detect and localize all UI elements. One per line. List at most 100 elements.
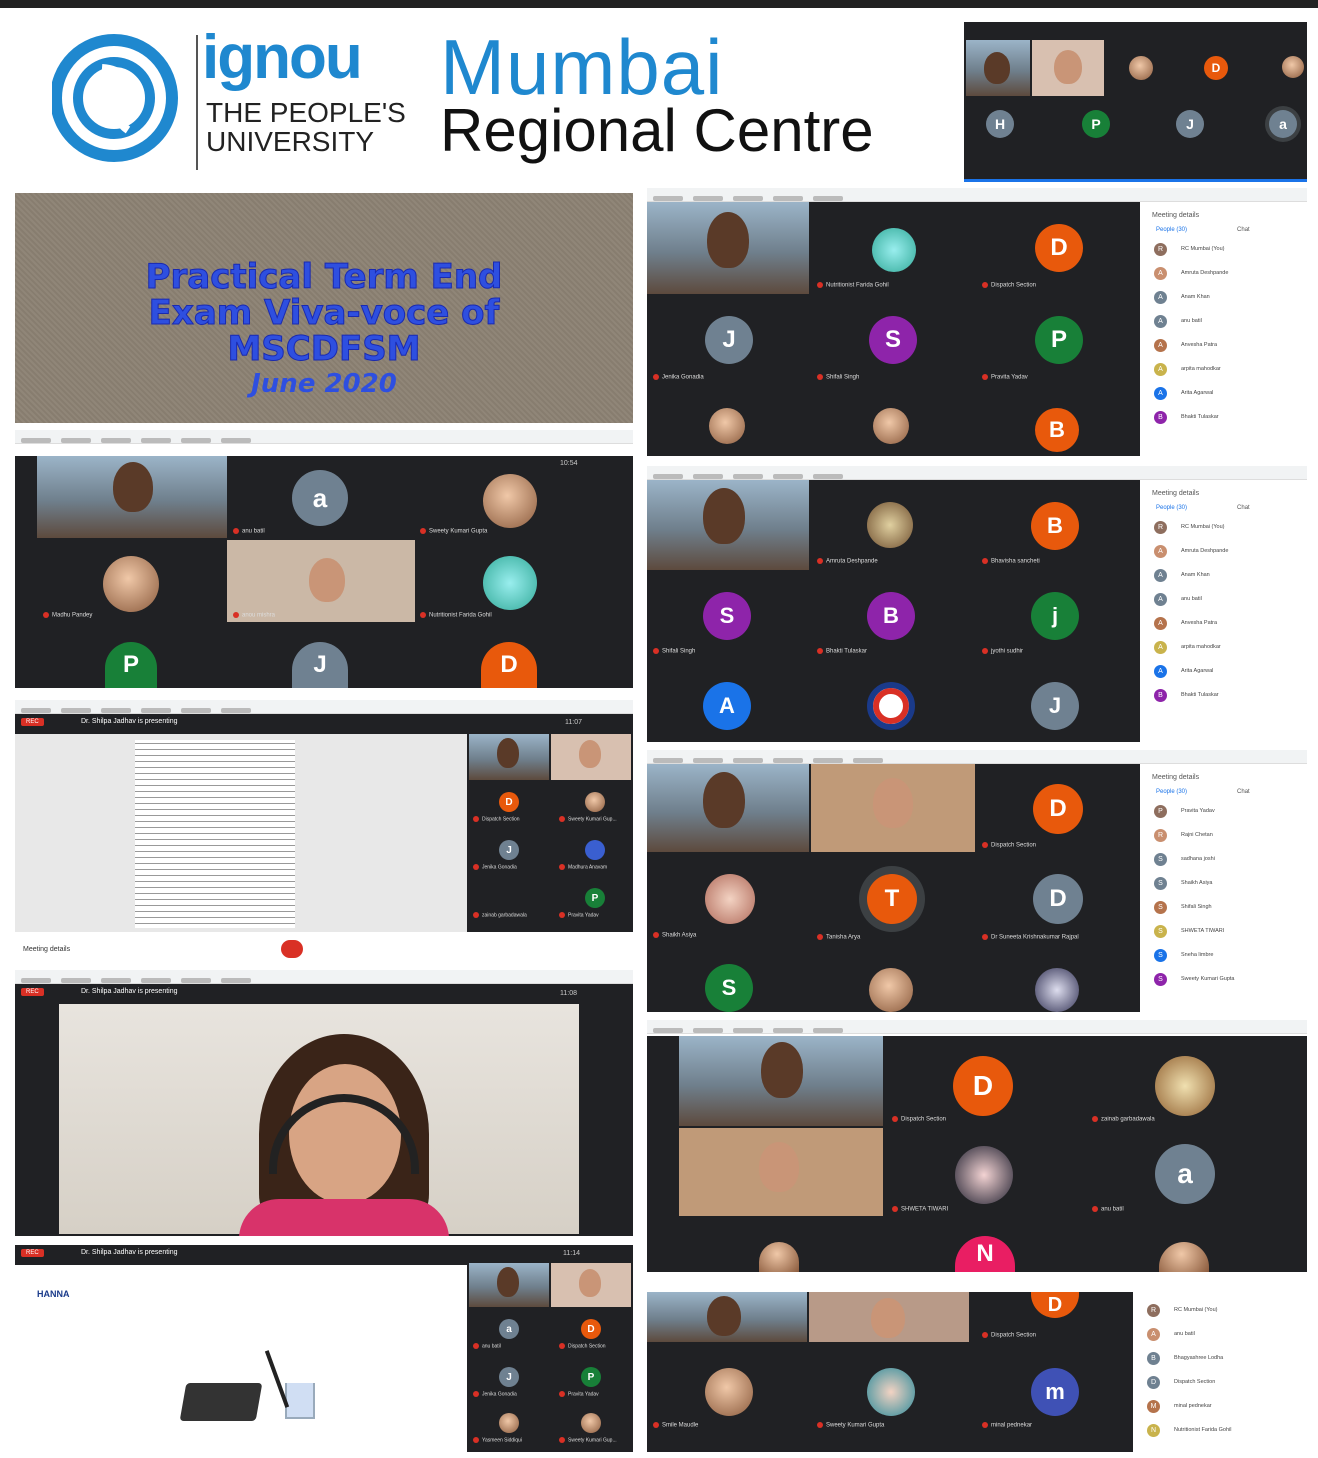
people-list-item[interactable]: S Shifali Singh: [1142, 895, 1307, 919]
meet-screenshot-b: a anu batil Sweety Kumari Gupta Madhu Pa…: [15, 430, 633, 688]
participant-avatar: J: [292, 642, 348, 688]
participant-name: Sweety Kumari Gupta: [1181, 976, 1235, 982]
participant-name: Anvesha Patra: [1181, 620, 1218, 626]
electrode-image: [264, 1350, 290, 1408]
emblem-avatar: [867, 682, 915, 730]
people-list-item[interactable]: S SHWETA TIWARI: [1142, 919, 1307, 943]
participant-avatar: a: [499, 1319, 519, 1339]
meeting-details-link[interactable]: Meeting details: [23, 946, 70, 953]
people-list-item[interactable]: S Shaikh Asiya: [1142, 871, 1307, 895]
panel-tabs: People (30) Chat: [1142, 785, 1307, 799]
video-tile: [469, 734, 549, 780]
rec-badge: REC: [21, 988, 44, 996]
participant-avatar: S: [1154, 900, 1167, 914]
participant-avatar: A: [1154, 314, 1167, 328]
browser-toolbar: [647, 1020, 1307, 1034]
participant-avatar: a: [292, 470, 348, 526]
people-list-item[interactable]: S Sneha limbre: [1142, 943, 1307, 967]
participant-name: Rajni Chetan: [1181, 832, 1213, 838]
participant-avatar: J: [499, 840, 519, 860]
people-list-item[interactable]: A Amruta Deshpande: [1142, 539, 1307, 563]
tab-chat[interactable]: Chat: [1237, 227, 1250, 233]
participant-name: Sweety Kumari Gup...: [559, 816, 617, 822]
people-list-item[interactable]: D Dispatch Section: [1135, 1370, 1307, 1394]
video-tile: [551, 734, 631, 780]
participant-name: minal pednekar: [982, 1422, 1032, 1429]
people-list-item[interactable]: A Arita Agarwal: [1142, 381, 1307, 405]
people-list-item[interactable]: N Nutritionist Farida Gohil: [1135, 1418, 1307, 1442]
people-list-item[interactable]: A Arita Agarwal: [1142, 659, 1307, 683]
participant-avatar: P: [585, 888, 605, 908]
people-list: R RC Mumbai (You) A Amruta Deshpande A Anam K…: [1142, 515, 1307, 707]
people-list-item[interactable]: Aarpita mahodkar: [1142, 357, 1307, 381]
tab-people[interactable]: People (30): [1156, 789, 1187, 795]
participant-photo: [869, 968, 913, 1012]
clock-time: 11:14: [563, 1250, 580, 1257]
people-list-item[interactable]: B Bhakti Tulaskar: [1142, 683, 1307, 707]
participant-avatar: D: [953, 1056, 1013, 1116]
participant-name: Anvesha Patra: [1181, 342, 1218, 348]
participant-avatar: D: [1033, 874, 1083, 924]
participant-avatar: R: [1154, 520, 1167, 534]
people-list-item[interactable]: S Sweety Kumari Gupta: [1142, 967, 1307, 991]
tab-people[interactable]: People (30): [1156, 227, 1187, 233]
people-list-item[interactable]: R RC Mumbai (You): [1142, 515, 1307, 539]
panel-title: Meeting details: [1152, 490, 1200, 497]
participant-avatar: T: [867, 874, 917, 924]
shared-website: HANNA: [15, 1283, 467, 1452]
participant-photo: [759, 1242, 799, 1272]
meet-screenshot-h: REC Dr. Shilpa Jadhav is presenting 11:1…: [15, 1245, 633, 1452]
participant-photo: [1282, 56, 1304, 78]
participant-name: Shifali Singh: [653, 648, 695, 655]
people-list-item[interactable]: Aanu batil: [1142, 587, 1307, 611]
people-list-item[interactable]: B Bhakti Tulaskar: [1142, 405, 1307, 429]
browser-toolbar: [647, 466, 1307, 480]
people-list-item[interactable]: Aarpita mahodkar: [1142, 635, 1307, 659]
participant-avatar: P: [1154, 804, 1167, 818]
banner-line-4: June 2020: [251, 369, 397, 399]
end-call-button[interactable]: [281, 940, 303, 958]
people-list-item[interactable]: Mminal pednekar: [1135, 1394, 1307, 1418]
people-list-item[interactable]: A Amruta Deshpande: [1142, 261, 1307, 285]
presenter-video: [59, 1004, 579, 1236]
people-list-item[interactable]: B Bhagyashree Lodha: [1135, 1346, 1307, 1370]
shared-document: [15, 734, 467, 932]
participant-avatar: P: [581, 1367, 601, 1387]
people-list-item[interactable]: Aanu batil: [1142, 309, 1307, 333]
participant-avatar: a: [1155, 1144, 1215, 1204]
people-list-item[interactable]: Ssadhana joshi: [1142, 847, 1307, 871]
participant-avatar: A: [1154, 664, 1167, 678]
top-border: [0, 0, 1318, 8]
video-tile: [647, 202, 809, 294]
people-list: P Pravita Yadav R Rajni Chetan Ssadhana josh…: [1142, 799, 1307, 991]
video-tile: [551, 1263, 631, 1307]
people-list-item[interactable]: A Anam Khan: [1142, 563, 1307, 587]
people-list-item[interactable]: Aanu batil: [1135, 1322, 1307, 1346]
participant-photo: [709, 408, 745, 444]
people-list-item[interactable]: R RC Mumbai (You): [1142, 237, 1307, 261]
tab-chat[interactable]: Chat: [1237, 789, 1250, 795]
participant-name: Shifali Singh: [817, 374, 859, 381]
people-list-item[interactable]: R Rajni Chetan: [1142, 823, 1307, 847]
ph-meter-image: [179, 1383, 263, 1421]
participant-avatar: D: [1033, 784, 1083, 834]
participant-name: Jenika Gonadia: [473, 1391, 517, 1397]
people-list-item[interactable]: A Anvesha Patra: [1142, 611, 1307, 635]
people-list-item[interactable]: A Anvesha Patra: [1142, 333, 1307, 357]
participant-name: Jenika Gonadia: [653, 374, 704, 381]
participant-name: arpita mahodkar: [1181, 644, 1221, 650]
participant-avatar: P: [1035, 316, 1083, 364]
participant-photo: [483, 474, 537, 528]
people-list-item[interactable]: R RC Mumbai (You): [1135, 1298, 1307, 1322]
people-list-item[interactable]: P Pravita Yadav: [1142, 799, 1307, 823]
people-list-item[interactable]: A Anam Khan: [1142, 285, 1307, 309]
tab-chat[interactable]: Chat: [1237, 505, 1250, 511]
participant-name: Nutritionist Farida Gohil: [817, 282, 889, 289]
participant-name: zainab garbadawala: [473, 912, 527, 918]
video-tile: [679, 1036, 883, 1126]
participant-name: anu batil: [1181, 318, 1202, 324]
participant-avatar: S: [1154, 972, 1167, 986]
meet-screenshot-presenter: REC Dr. Shilpa Jadhav is presenting 11:0…: [15, 970, 633, 1236]
tab-people[interactable]: People (30): [1156, 505, 1187, 511]
participant-name: Bhavisha sancheti: [982, 558, 1040, 565]
